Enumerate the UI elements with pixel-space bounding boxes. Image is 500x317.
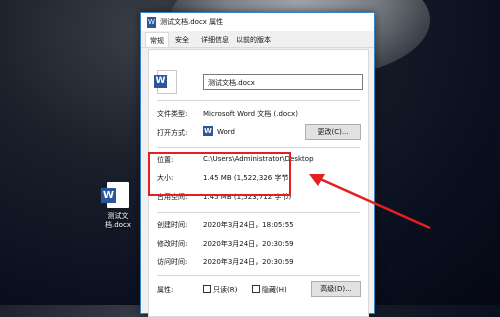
annotation-arrow — [309, 174, 431, 230]
